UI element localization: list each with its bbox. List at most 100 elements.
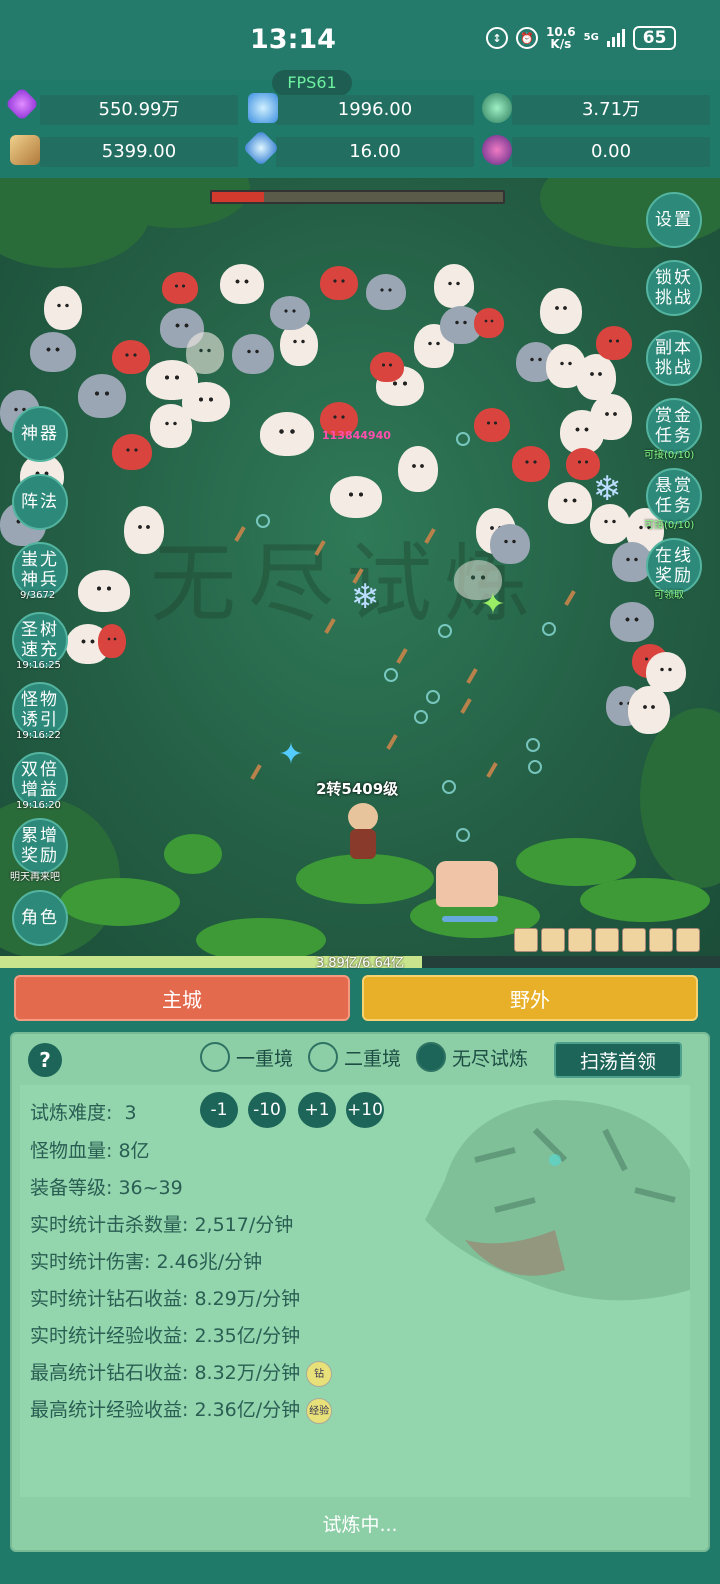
red-demon-monster [112,434,152,470]
sword-projectile [396,648,408,664]
ghost-monster [44,286,82,330]
help-button[interactable]: ? [28,1043,62,1077]
trial-status: 试炼中... [322,1514,398,1536]
resource-gem: 550.99万 [40,95,238,125]
tree-stump-monster [436,861,498,907]
sword-projectile [466,668,478,684]
ghost-monster [150,404,192,448]
red-demon-monster [512,446,550,482]
ghost-monster [398,446,438,492]
stat-max-diamond-income: 最高统计钻石收益: 8.32万/分钟钻 [30,1358,333,1387]
battery-icon: 65 [632,26,677,50]
red-demon-monster [320,266,358,300]
monster-lure-timer: 19:16:22 [16,730,61,741]
signal-icon [606,29,625,47]
buff-icon [541,928,565,952]
tab-wild[interactable]: 野外 [362,975,698,1021]
scroll-icon [10,135,40,165]
ice-burst-projectile: ❄ [592,469,622,509]
red-demon-monster [98,624,126,658]
purple-potion-icon [482,135,512,165]
radio-circle-selected [416,1042,446,1072]
buff-icon [568,928,592,952]
gray-bird-monster [366,274,406,310]
resource-diamond: 1996.00 [276,95,474,125]
ghost-monster [548,482,592,524]
mode-option-2[interactable]: 二重境 [308,1042,401,1072]
sword-projectile [386,734,398,750]
stat-diamond-income: 实时统计钻石收益: 8.29万/分钟 [30,1288,301,1310]
ghost-monster [590,394,632,440]
bubble-projectile [426,690,440,704]
shuriken-projectile: ✦ [278,737,304,772]
online-reward-status: 可领取 [654,590,684,601]
difficulty-plus-1-button[interactable]: +1 [298,1092,336,1128]
bubble-projectile [384,668,398,682]
boss-hp-fill [212,192,265,202]
mode-option-endless[interactable]: 无尽试炼 [416,1042,528,1072]
formation-button[interactable]: 阵法 [12,474,68,530]
bubble-projectile [528,760,542,774]
bubble-projectile [438,624,452,638]
network-type: 5G [583,32,599,43]
demon-lock-challenge-button[interactable]: 锁妖挑战 [646,260,702,316]
player-body [350,829,376,859]
cumulative-reward-button[interactable]: 累增奖励 [12,818,68,874]
holy-tree-timer: 19:16:25 [16,660,61,671]
diamond-badge-icon: 钻 [306,1360,333,1387]
double-boost-timer: 19:16:20 [16,800,61,811]
buff-icon [514,928,538,952]
green-orb-icon [482,93,512,123]
difficulty-minus-10-button[interactable]: -10 [248,1092,286,1128]
settings-button[interactable]: 设置 [646,192,702,248]
boss-hp-bar [210,190,505,204]
tab-main-city[interactable]: 主城 [14,975,350,1021]
stat-damage: 实时统计伤害: 2.46兆/分钟 [30,1251,263,1273]
damage-number: 113844940 [322,429,391,442]
radio-circle [308,1042,338,1072]
red-demon-monster [596,326,632,360]
resource-scroll: 5399.00 [40,137,238,167]
ice-crystal-icon [242,129,280,167]
red-demon-monster [474,308,504,338]
mode-option-1[interactable]: 一重境 [200,1042,293,1072]
data-saver-icon: ↕ [486,27,508,49]
purple-gem-icon [5,87,39,121]
stat-exp-income: 实时统计经验收益: 2.35亿/分钟 [30,1325,301,1347]
game-field[interactable]: 无尽试炼 113844940 ✦ ✦ ❄ ❄ 2转5409级 [0,178,720,968]
stat-kills: 实时统计击杀数量: 2,517/分钟 [30,1214,294,1236]
sweep-boss-button[interactable]: 扫荡首领 [554,1042,682,1078]
ghost-monster [628,686,670,734]
buff-icon [649,928,673,952]
bounty-task-status: 可接(0/10) [644,450,695,461]
status-icons: ↕ ⏰ 10.6 K/s 5G 65 [486,26,677,50]
character-button[interactable]: 角色 [12,890,68,946]
difficulty-row: 试炼难度: 3 [30,1102,137,1124]
artifact-button[interactable]: 神器 [12,406,68,462]
dungeon-challenge-button[interactable]: 副本挑战 [646,330,702,386]
bubble-projectile [442,780,456,794]
status-bar: 13:14 ↕ ⏰ 10.6 K/s 5G 65 [0,0,720,80]
ghost-monster [590,504,630,544]
difficulty-minus-1-button[interactable]: -1 [200,1092,238,1128]
exp-text: 3.89亿/6.64亿 [315,956,405,971]
resource-orb: 3.71万 [512,95,710,125]
bush [60,878,180,926]
tree [640,708,720,888]
ice-burst-projectile: ❄ [350,577,380,617]
bubble-projectile [526,738,540,752]
reward-task-status: 可接(0/10) [644,520,695,531]
stat-max-exp-income: 最高统计经验收益: 2.36亿/分钟 经验 [30,1395,333,1424]
blue-diamond-icon [248,93,278,123]
buff-icon [622,928,646,952]
chiyou-weapon-count: 9/3672 [20,590,56,601]
player-character [340,803,386,863]
stat-equip-level: 装备等级: 36~39 [30,1177,183,1199]
ghost-monster [78,570,130,612]
difficulty-plus-10-button[interactable]: +10 [346,1092,384,1128]
gray-bird-monster [270,296,310,330]
difficulty-value: 3 [124,1102,137,1124]
stat-monster-hp: 怪物血量: 8亿 [30,1140,150,1162]
shuriken-projectile: ✦ [480,587,506,622]
buff-icon [595,928,619,952]
